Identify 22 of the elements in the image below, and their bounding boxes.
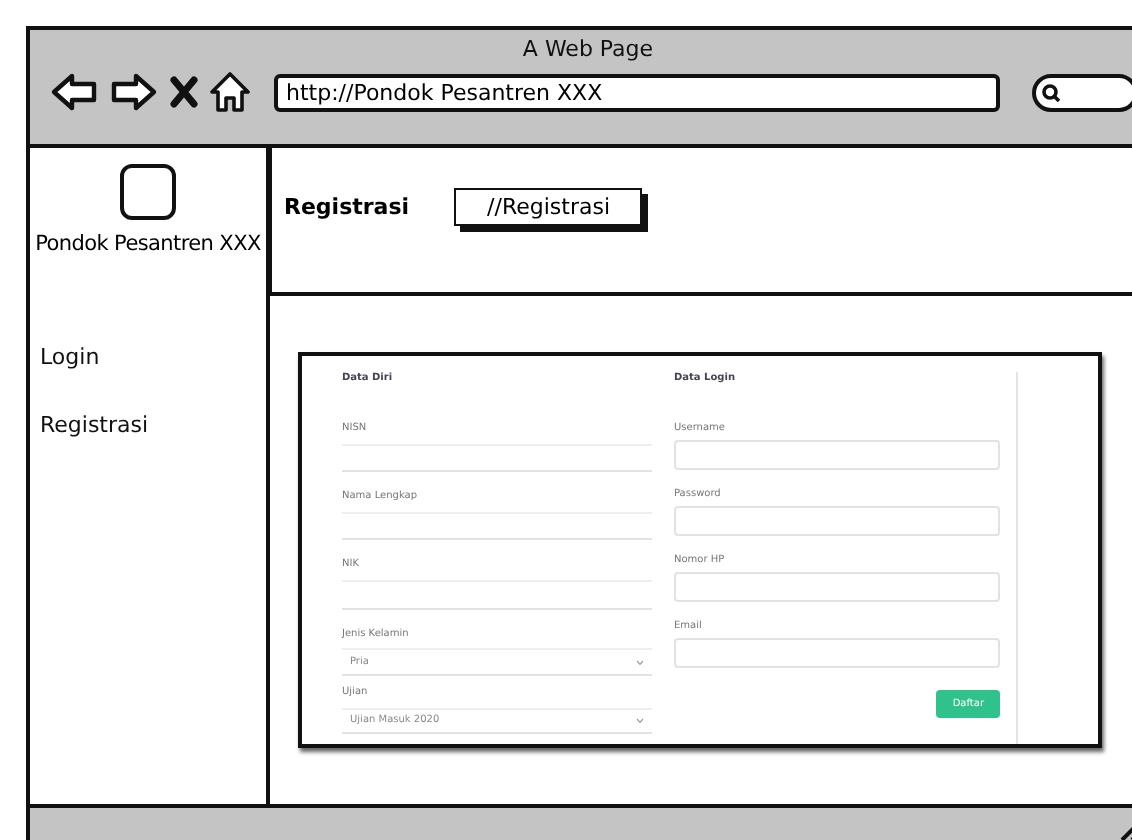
input-field[interactable] xyxy=(674,440,1000,470)
back-arrow-icon[interactable] xyxy=(50,72,98,112)
chevron-down-icon xyxy=(636,659,644,666)
sidebar-link[interactable]: Login xyxy=(40,344,100,370)
address-field[interactable]: http://Pondok Pesantren XXX xyxy=(274,73,1000,111)
page-heading: Registrasi xyxy=(284,193,410,219)
close-icon[interactable] xyxy=(170,76,198,108)
chevron-down-icon xyxy=(636,717,644,724)
input-field[interactable] xyxy=(674,638,1000,668)
search-field[interactable] xyxy=(1032,73,1132,111)
input-field[interactable] xyxy=(342,511,652,541)
logo-placeholder-icon xyxy=(120,164,176,220)
forward-arrow-icon[interactable] xyxy=(110,72,158,112)
brand-name: Pondok Pesantren XXX xyxy=(33,232,263,256)
home-icon[interactable] xyxy=(210,72,250,112)
window-title: A Web Page xyxy=(522,36,654,62)
search-icon xyxy=(1042,83,1060,101)
sidebar-link[interactable]: Registrasi xyxy=(40,412,149,438)
input-field[interactable] xyxy=(674,506,1000,536)
input-field[interactable] xyxy=(674,572,1000,602)
input-field[interactable] xyxy=(342,443,652,473)
input-field[interactable] xyxy=(342,580,652,610)
